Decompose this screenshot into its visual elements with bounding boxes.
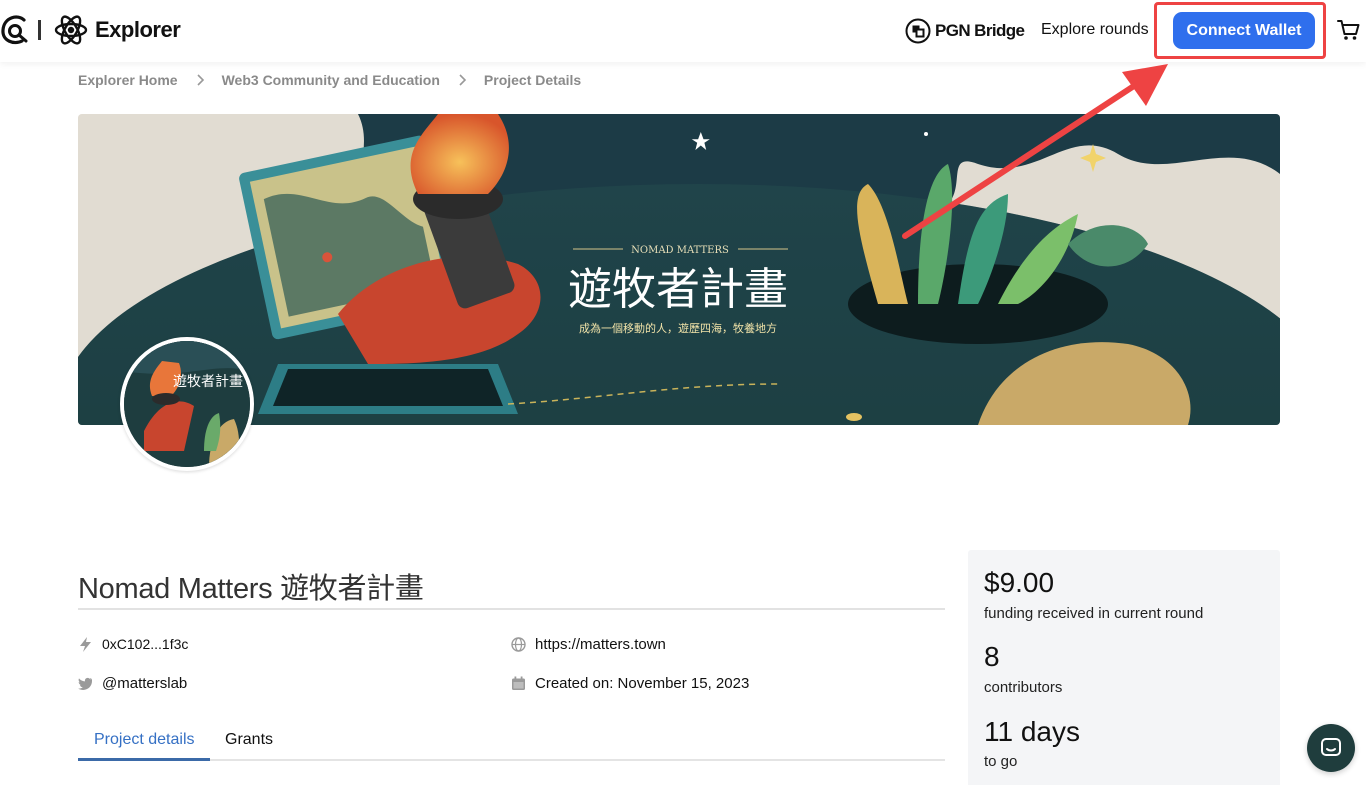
tab-project-details[interactable]: Project details	[94, 731, 195, 749]
days-label: to go	[984, 753, 1018, 770]
created-date-text: Created on: November 15, 2023	[535, 675, 750, 692]
contributors-count: 8	[984, 641, 1000, 672]
breadcrumb-explorer-home[interactable]: Explorer Home	[78, 72, 178, 88]
project-banner-image: NOMAD MATTERS 遊牧者計畫 成為一個移動的人，遊歷四海，牧養地方	[78, 114, 1280, 425]
globe-icon	[511, 637, 526, 652]
connect-wallet-button[interactable]: Connect Wallet	[1173, 12, 1315, 49]
logo-divider	[38, 20, 41, 40]
banner-title: 遊牧者計畫	[568, 264, 788, 315]
top-navigation-bar: Explorer PGN Bridge Explore rounds Conne…	[0, 0, 1366, 62]
chevron-right-icon	[197, 74, 204, 86]
breadcrumb-project-details[interactable]: Project Details	[484, 72, 581, 88]
contributors-label: contributors	[984, 679, 1063, 696]
calendar-icon	[512, 676, 525, 690]
banner-eyebrow: NOMAD MATTERS	[631, 245, 729, 256]
project-avatar: 遊牧者計畫	[120, 337, 254, 471]
chevron-right-icon	[459, 74, 467, 86]
funding-label: funding received in current round	[984, 605, 1204, 622]
address-text: 0xC102...1f3c	[102, 636, 189, 652]
funding-stats-card: $9.00 funding received in current round …	[968, 550, 1280, 785]
twitter-handle[interactable]: @matterslab	[102, 675, 187, 692]
banner-subtitle: 成為一個移動的人，遊歷四海，牧養地方	[579, 321, 777, 335]
project-address: 0xC102...1f3c	[78, 636, 188, 652]
project-twitter[interactable]: @matterslab	[78, 675, 187, 692]
funding-amount: $9.00	[984, 567, 1055, 598]
tab-grants[interactable]: Grants	[225, 731, 273, 749]
explore-rounds-link[interactable]: Explore rounds	[1041, 21, 1149, 39]
project-title: Nomad Matters 遊牧者計畫	[78, 573, 424, 605]
cart-icon[interactable]	[1337, 19, 1360, 41]
twitter-icon	[78, 677, 93, 690]
avatar-title: 遊牧者計畫	[173, 374, 243, 390]
project-created-date: Created on: November 15, 2023	[511, 675, 749, 692]
bolt-icon	[80, 636, 91, 652]
atom-logo-icon[interactable]	[54, 13, 88, 47]
title-divider	[78, 608, 945, 610]
pgn-bridge-link[interactable]: PGN Bridge	[905, 17, 1025, 45]
breadcrumb: Explorer Home Web3 Community and Educati…	[78, 72, 581, 88]
chat-icon	[1321, 738, 1341, 756]
brand-title[interactable]: Explorer	[95, 17, 181, 43]
days-remaining: 11 days	[984, 716, 1080, 747]
website-link[interactable]: https://matters.town	[535, 636, 666, 653]
pgn-logo-icon	[905, 18, 931, 44]
active-tab-indicator	[78, 758, 210, 761]
breadcrumb-category[interactable]: Web3 Community and Education	[222, 72, 440, 88]
project-tabs: Project details Grants	[78, 724, 945, 761]
project-website[interactable]: https://matters.town	[511, 636, 666, 653]
chat-button[interactable]	[1307, 724, 1355, 772]
gitcoin-logo-icon[interactable]	[0, 14, 30, 46]
pgn-bridge-label: PGN Bridge	[935, 21, 1025, 40]
